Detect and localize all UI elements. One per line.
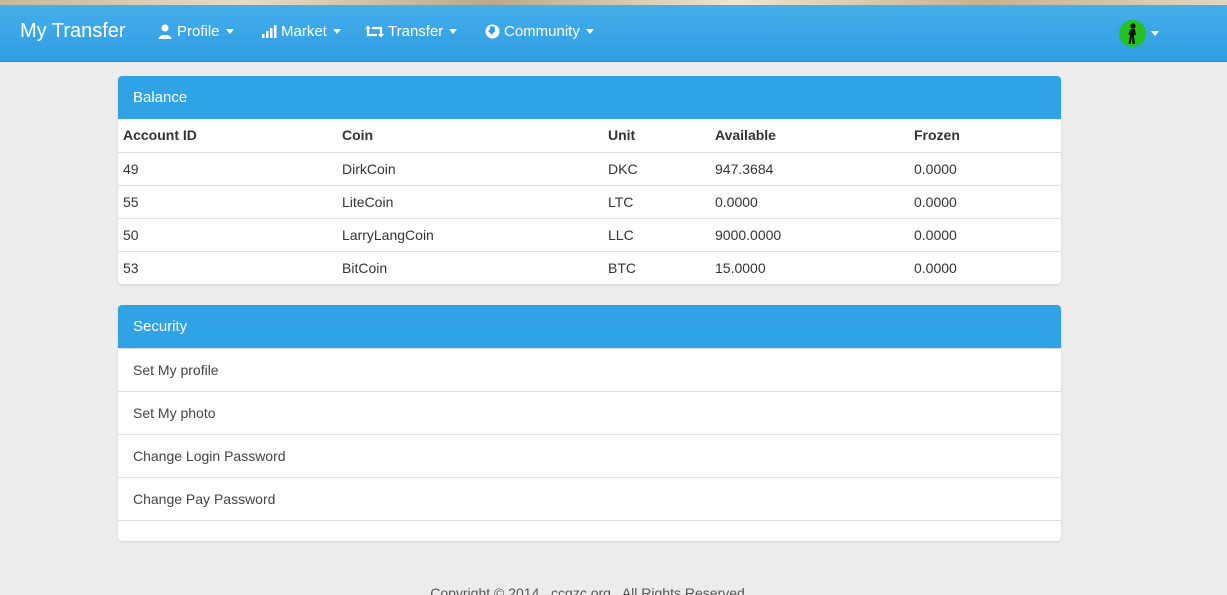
bar-chart-icon [260, 24, 278, 40]
balance-panel-title: Balance [118, 76, 1061, 119]
set-profile-link[interactable]: Set My profile [118, 348, 1061, 391]
nav-transfer[interactable]: Transfer [364, 23, 458, 40]
unit-cell: DKC [603, 151, 710, 185]
unit-cell: LLC [603, 217, 710, 251]
change-login-password-link[interactable]: Change Login Password [118, 434, 1061, 477]
table-header-row: Account ID Coin Unit Available Frozen [118, 119, 1061, 152]
table-row: 49 DirkCoin DKC 947.3684 0.0000 [118, 151, 1061, 185]
retweet-icon [364, 24, 385, 40]
nav-transfer-label: Transfer [388, 23, 444, 40]
account-id-cell: 55 [118, 184, 337, 218]
balance-panel: Balance Account ID Coin Unit Available F… [118, 76, 1061, 284]
security-panel: Security Set My profile Set My photo Cha… [118, 305, 1061, 541]
chevron-down-icon [1151, 31, 1159, 36]
frozen-cell: 0.0000 [909, 250, 1061, 284]
table-row: 50 LarryLangCoin LLC 9000.0000 0.0000 [118, 217, 1061, 251]
chevron-down-icon [332, 29, 341, 34]
coin-cell: LiteCoin [337, 184, 603, 218]
column-header-account-id: Account ID [123, 127, 197, 144]
user-menu[interactable] [1119, 20, 1159, 47]
table-row: 53 BitCoin BTC 15.0000 0.0000 [118, 250, 1061, 284]
footer-copyright: Copyright © 2014 , ccgzc.org , All Right… [430, 585, 745, 595]
nav-profile[interactable]: Profile [156, 23, 234, 40]
nav-market-label: Market [281, 23, 327, 40]
table-row: 55 LiteCoin LTC 0.0000 0.0000 [118, 184, 1061, 218]
column-header-unit: Unit [608, 127, 636, 144]
nav-community[interactable]: Community [483, 23, 594, 40]
security-panel-title: Security [118, 305, 1061, 348]
nav-community-label: Community [504, 23, 580, 40]
column-header-coin: Coin [342, 127, 374, 144]
available-cell: 0.0000 [710, 184, 909, 218]
frozen-cell: 0.0000 [909, 217, 1061, 251]
chevron-down-icon [449, 29, 458, 34]
nav-market[interactable]: Market [260, 23, 341, 40]
user-avatar-icon [1119, 20, 1146, 47]
account-id-cell: 50 [118, 217, 337, 251]
coin-cell: LarryLangCoin [337, 217, 603, 251]
coin-cell: BitCoin [337, 250, 603, 284]
account-id-cell: 53 [118, 250, 337, 284]
change-pay-password-link[interactable]: Change Pay Password [118, 477, 1061, 520]
set-photo-link[interactable]: Set My photo [118, 391, 1061, 434]
available-cell: 947.3684 [710, 151, 909, 185]
navbar: My Transfer Profile Market Transfer Comm… [0, 5, 1227, 62]
globe-icon [483, 24, 501, 40]
column-header-available: Available [715, 127, 776, 144]
column-header-frozen: Frozen [914, 127, 960, 144]
available-cell: 15.0000 [710, 250, 909, 284]
chevron-down-icon [585, 29, 594, 34]
list-divider [118, 520, 1061, 541]
balance-table: Account ID Coin Unit Available Frozen 49… [118, 119, 1061, 284]
nav-profile-label: Profile [177, 23, 220, 40]
chevron-down-icon [225, 29, 234, 34]
user-icon [156, 24, 174, 40]
unit-cell: BTC [603, 250, 710, 284]
account-id-cell: 49 [118, 151, 337, 185]
coin-cell: DirkCoin [337, 151, 603, 185]
available-cell: 9000.0000 [710, 217, 909, 251]
brand-link[interactable]: My Transfer [20, 20, 126, 43]
frozen-cell: 0.0000 [909, 184, 1061, 218]
frozen-cell: 0.0000 [909, 151, 1061, 185]
unit-cell: LTC [603, 184, 710, 218]
